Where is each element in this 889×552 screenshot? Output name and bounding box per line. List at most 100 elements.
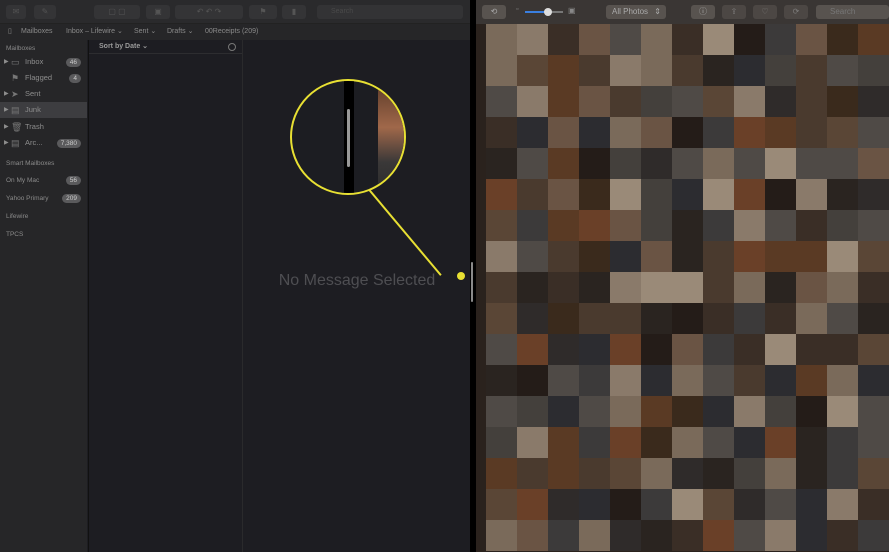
- photo-thumbnail[interactable]: [517, 334, 548, 365]
- disclosure-icon[interactable]: ▶: [4, 102, 9, 118]
- photo-thumbnail[interactable]: [641, 148, 672, 179]
- photo-thumbnail[interactable]: [548, 179, 579, 210]
- photo-thumbnail[interactable]: [703, 520, 734, 551]
- photo-thumbnail[interactable]: [486, 241, 517, 272]
- rotate-button[interactable]: ⟲: [482, 5, 506, 19]
- favorite-button[interactable]: ♡: [753, 5, 777, 19]
- photo-thumbnail[interactable]: [579, 272, 610, 303]
- photo-thumbnail[interactable]: [734, 179, 765, 210]
- photo-thumbnail[interactable]: [641, 458, 672, 489]
- photo-thumbnail[interactable]: [672, 241, 703, 272]
- photo-thumbnail[interactable]: [672, 86, 703, 117]
- photo-thumbnail[interactable]: [486, 520, 517, 551]
- photo-thumbnail[interactable]: [827, 55, 858, 86]
- photo-thumbnail[interactable]: [672, 210, 703, 241]
- photo-thumbnail[interactable]: [703, 179, 734, 210]
- disclosure-icon[interactable]: ▶: [4, 54, 9, 70]
- flag-button[interactable]: ⚑: [249, 5, 277, 19]
- photo-thumbnail[interactable]: [703, 365, 734, 396]
- photo-thumbnail[interactable]: [796, 24, 827, 55]
- photo-thumbnail[interactable]: [672, 148, 703, 179]
- photo-thumbnail[interactable]: [641, 179, 672, 210]
- photo-thumbnail[interactable]: [548, 55, 579, 86]
- photo-thumbnail[interactable]: [796, 396, 827, 427]
- photo-thumbnail[interactable]: [579, 86, 610, 117]
- photo-thumbnail[interactable]: [517, 303, 548, 334]
- mailbox-flagged[interactable]: ⚑ Flagged 4: [0, 70, 87, 86]
- divider-handle[interactable]: [471, 262, 473, 302]
- photo-thumbnail[interactable]: [765, 241, 796, 272]
- photo-thumbnail[interactable]: [796, 489, 827, 520]
- photo-thumbnail[interactable]: [827, 24, 858, 55]
- photo-thumbnail[interactable]: [827, 365, 858, 396]
- photo-thumbnail[interactable]: [703, 148, 734, 179]
- photo-thumbnail[interactable]: [765, 210, 796, 241]
- photo-thumbnail[interactable]: [796, 148, 827, 179]
- photo-thumbnail[interactable]: [796, 303, 827, 334]
- photo-thumbnail[interactable]: [548, 272, 579, 303]
- photo-thumbnail[interactable]: [703, 55, 734, 86]
- photo-thumbnail[interactable]: [672, 117, 703, 148]
- photo-thumbnail[interactable]: [517, 396, 548, 427]
- photo-thumbnail[interactable]: [517, 520, 548, 551]
- zoom-slider[interactable]: [525, 8, 563, 16]
- photo-thumbnail[interactable]: [486, 303, 517, 334]
- photo-thumbnail[interactable]: [610, 365, 641, 396]
- photo-thumbnail[interactable]: [827, 396, 858, 427]
- photo-thumbnail[interactable]: [486, 489, 517, 520]
- photo-thumbnail[interactable]: [858, 396, 889, 427]
- photo-thumbnail[interactable]: [672, 55, 703, 86]
- compose-button[interactable]: ✎: [34, 5, 56, 19]
- photo-thumbnail[interactable]: [672, 396, 703, 427]
- photo-thumbnail[interactable]: [610, 86, 641, 117]
- photo-thumbnail[interactable]: [579, 148, 610, 179]
- photo-thumbnail[interactable]: [579, 396, 610, 427]
- photo-thumbnail[interactable]: [858, 24, 889, 55]
- photo-thumbnail[interactable]: [641, 427, 672, 458]
- photo-thumbnail[interactable]: [703, 272, 734, 303]
- photo-thumbnail[interactable]: [827, 272, 858, 303]
- photo-thumbnail[interactable]: [579, 210, 610, 241]
- photo-thumbnail[interactable]: [579, 55, 610, 86]
- photo-thumbnail[interactable]: [796, 365, 827, 396]
- disclosure-icon[interactable]: ▶: [4, 119, 9, 135]
- fav-sent[interactable]: Sent ⌄: [134, 24, 156, 40]
- photo-thumbnail[interactable]: [672, 520, 703, 551]
- photo-thumbnail[interactable]: [486, 55, 517, 86]
- photo-thumbnail[interactable]: [517, 86, 548, 117]
- photo-thumbnail[interactable]: [486, 148, 517, 179]
- fav-mailboxes[interactable]: Mailboxes: [21, 24, 53, 40]
- photo-thumbnail[interactable]: [827, 241, 858, 272]
- photo-thumbnail[interactable]: [486, 24, 517, 55]
- photo-thumbnail[interactable]: [610, 458, 641, 489]
- photo-thumbnail[interactable]: [486, 334, 517, 365]
- photo-thumbnail[interactable]: [858, 117, 889, 148]
- photo-thumbnail[interactable]: [486, 427, 517, 458]
- photo-thumbnail[interactable]: [641, 24, 672, 55]
- section-smart-mailboxes[interactable]: Smart Mailboxes: [6, 160, 54, 167]
- photo-thumbnail[interactable]: [703, 24, 734, 55]
- sidebar-toggle-icon[interactable]: ▯: [8, 24, 12, 40]
- info-button[interactable]: ⓘ: [691, 5, 715, 19]
- photo-thumbnail[interactable]: [517, 55, 548, 86]
- photo-thumbnail[interactable]: [858, 365, 889, 396]
- photo-thumbnail[interactable]: [579, 489, 610, 520]
- photo-thumbnail[interactable]: [610, 179, 641, 210]
- photo-thumbnail[interactable]: [517, 148, 548, 179]
- photo-thumbnail[interactable]: [858, 179, 889, 210]
- photo-thumbnail[interactable]: [734, 427, 765, 458]
- photo-thumbnail[interactable]: [858, 241, 889, 272]
- photo-thumbnail[interactable]: [765, 86, 796, 117]
- photo-thumbnail[interactable]: [858, 55, 889, 86]
- photo-thumbnail[interactable]: [734, 396, 765, 427]
- photo-thumbnail[interactable]: [672, 179, 703, 210]
- photo-thumbnail[interactable]: [579, 427, 610, 458]
- photo-thumbnail[interactable]: [765, 148, 796, 179]
- photo-thumbnail[interactable]: [579, 334, 610, 365]
- photo-thumbnail[interactable]: [734, 210, 765, 241]
- photo-thumbnail[interactable]: [858, 334, 889, 365]
- reply-buttons[interactable]: ↶ ↶ ↷: [175, 5, 243, 19]
- account-tpcs[interactable]: TPCS: [0, 228, 87, 242]
- photo-thumbnail[interactable]: [796, 272, 827, 303]
- disclosure-icon[interactable]: ▶: [4, 86, 9, 102]
